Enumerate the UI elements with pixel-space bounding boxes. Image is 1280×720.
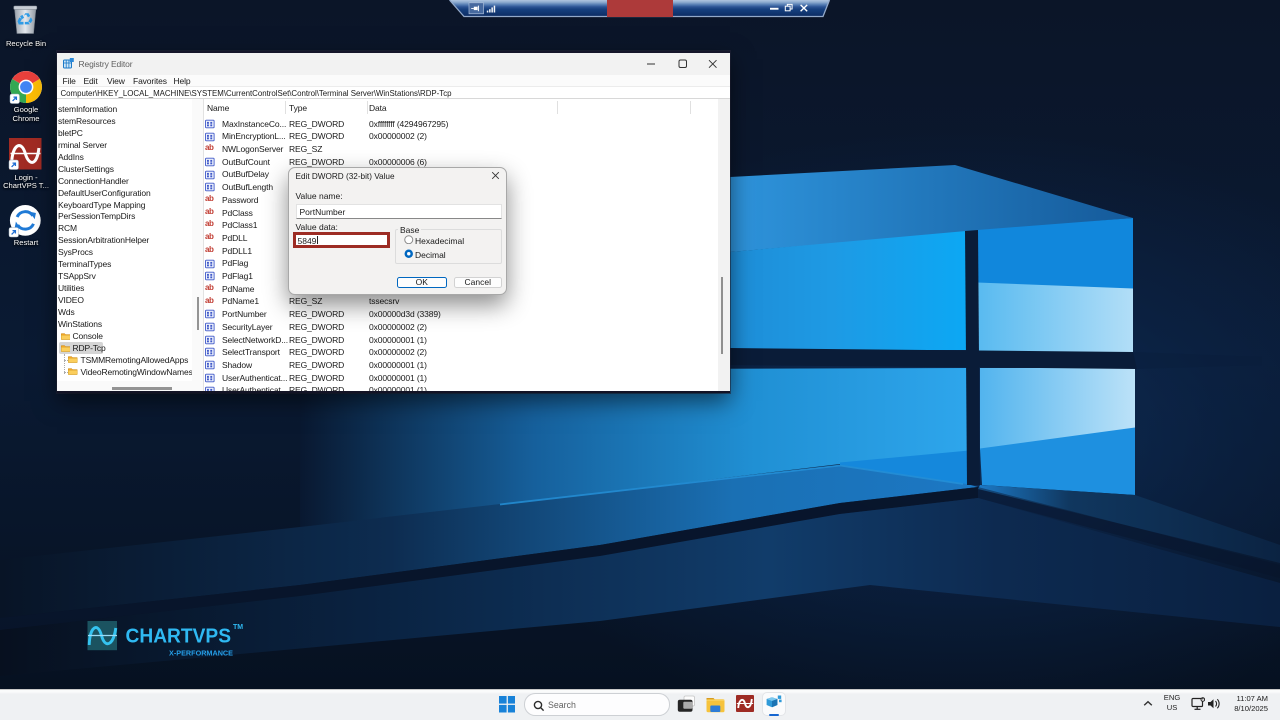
svg-text:TM: TM: [233, 624, 243, 631]
svg-text:X-PERFORMANCE: X-PERFORMANCE: [169, 649, 233, 658]
svg-text:CHARTVPS: CHARTVPS: [126, 626, 232, 648]
